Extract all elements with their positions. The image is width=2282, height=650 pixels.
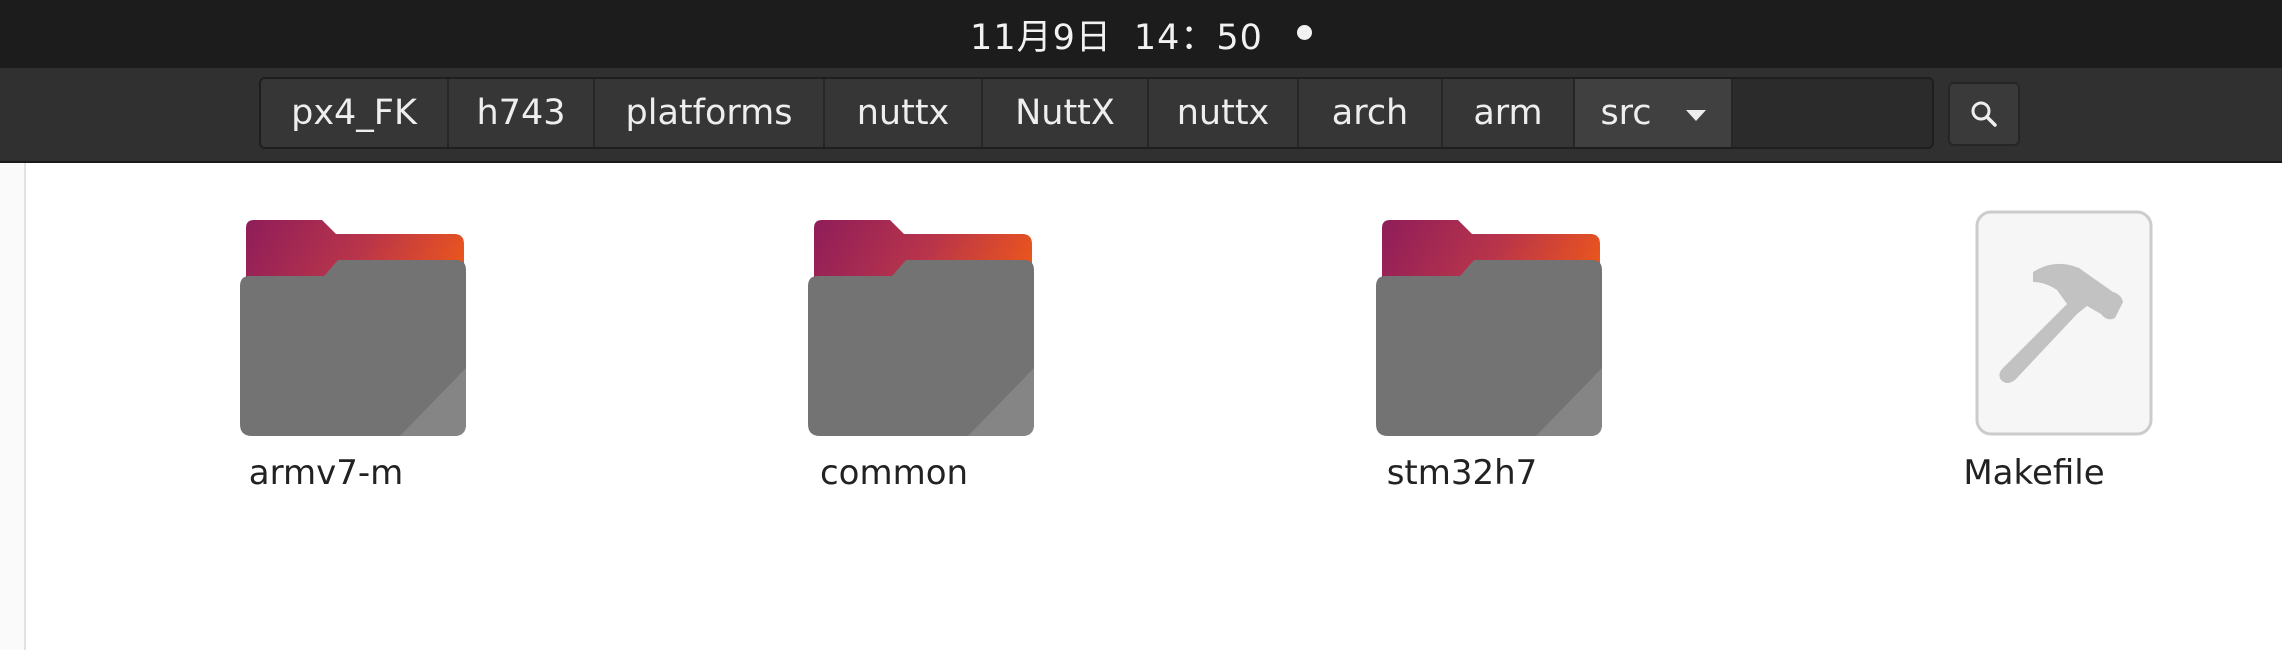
clock-date: 11月9日 [970,17,1112,58]
breadcrumb-label: nuttx [856,93,950,133]
breadcrumb-platforms[interactable]: platforms [595,79,825,147]
breadcrumb-label: platforms [625,93,793,133]
breadcrumb-h743[interactable]: h743 [449,79,595,147]
file-name: armv7-m [248,453,404,493]
breadcrumb-label: nuttx [1176,93,1270,133]
top-system-bar: 11月9日 14：50 [0,0,2282,68]
breadcrumb-label: px4_FK [291,93,417,133]
breadcrumb-label: src [1600,93,1652,133]
breadcrumb-px4-fk[interactable]: px4_FK [261,79,449,147]
header-bar: px4_FK h743 platforms nuttx NuttX nuttx … [0,68,2282,163]
breadcrumb-arch[interactable]: arch [1299,79,1443,147]
folder-icon [1376,220,1602,436]
folder-icon [808,220,1034,436]
clock[interactable]: 11月9日 14：50 [0,0,2282,68]
breadcrumb-label: h743 [476,93,566,133]
chevron-down-icon [1685,109,1706,121]
file-name: stm32h7 [1386,453,1538,493]
breadcrumb-label: arch [1331,93,1409,133]
search-button[interactable] [1948,82,2020,146]
file-name: common [819,453,969,493]
breadcrumb-label: arm [1473,93,1543,133]
notification-dot-icon [1296,24,1312,40]
breadcrumb-arm[interactable]: arm [1443,79,1575,147]
makefile-icon [1975,210,2153,436]
path-bar: px4_FK h743 platforms nuttx NuttX nuttx … [259,77,1934,149]
clock-time: 14：50 [1133,17,1263,58]
breadcrumb-nuttx[interactable]: nuttx [825,79,983,147]
breadcrumb-NuttX[interactable]: NuttX [983,79,1149,147]
search-icon [1971,101,1997,127]
breadcrumb-label: NuttX [1015,93,1115,133]
folder-icon [240,220,466,436]
breadcrumb-src[interactable]: src [1575,79,1733,147]
breadcrumb-nuttx-2[interactable]: nuttx [1149,79,1299,147]
sidebar-edge[interactable] [0,163,26,650]
file-name: Makefile [1963,453,2105,493]
